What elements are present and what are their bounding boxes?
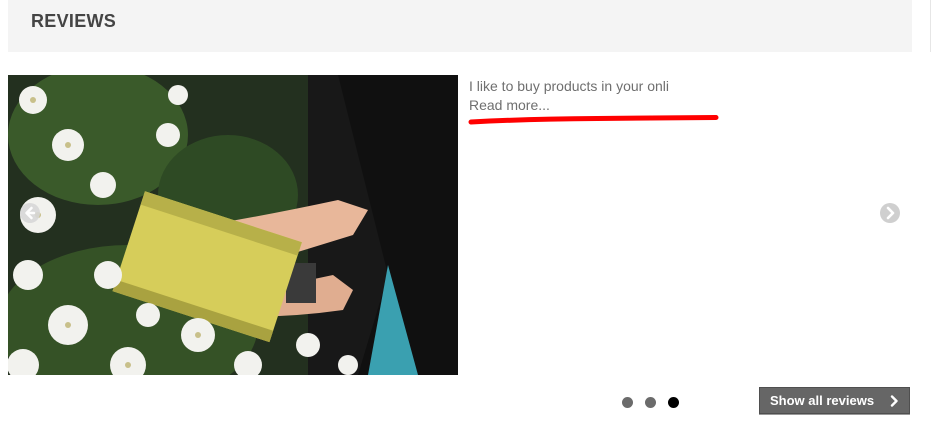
carousel-prev-button[interactable]	[20, 203, 40, 223]
read-more-link[interactable]: Read more...	[469, 95, 550, 115]
chevron-right-icon	[890, 395, 898, 407]
carousel-dot-3[interactable]	[668, 397, 679, 408]
section-title: REVIEWS	[31, 11, 117, 31]
carousel-next-button[interactable]	[880, 203, 900, 223]
chevron-left-icon	[25, 206, 36, 220]
show-all-reviews-label: Show all reviews	[770, 393, 875, 408]
chevron-right-icon	[886, 206, 895, 220]
review-photo	[8, 75, 458, 375]
carousel-dot-1[interactable]	[622, 397, 633, 408]
review-text: I like to buy products in your onli	[469, 78, 669, 94]
section-header: REVIEWS	[8, 0, 912, 52]
divider	[930, 0, 931, 52]
carousel-dot-2[interactable]	[645, 397, 656, 408]
show-all-reviews-button[interactable]: Show all reviews	[759, 387, 910, 414]
highlight-underline	[468, 115, 719, 125]
